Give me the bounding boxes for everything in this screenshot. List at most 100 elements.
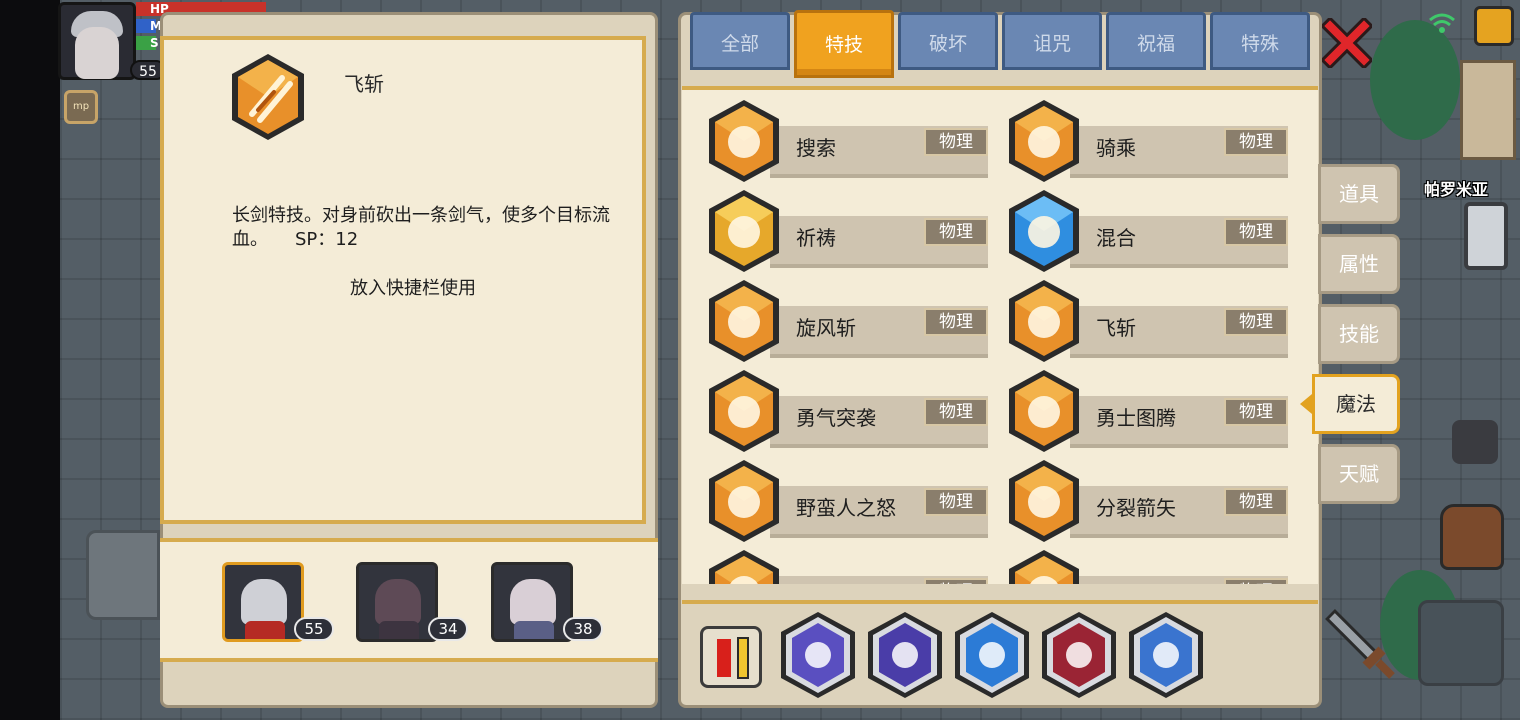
skill-item[interactable]: 勇士图腾 物理 bbox=[1006, 368, 1306, 454]
phone-icon[interactable] bbox=[1464, 202, 1508, 270]
skill-item[interactable]: 飞斩 物理 bbox=[1006, 278, 1306, 364]
character-avatar bbox=[510, 579, 556, 625]
skill-item[interactable]: 旋风斩 物理 bbox=[706, 278, 1006, 364]
portrait-face bbox=[75, 27, 119, 79]
bow-attack-icon[interactable] bbox=[1418, 600, 1504, 686]
tab-category[interactable]: 特殊 bbox=[1210, 12, 1310, 70]
backpack-icon[interactable] bbox=[1440, 504, 1504, 570]
page-digit-1 bbox=[717, 639, 731, 677]
search-skill-icon bbox=[706, 98, 782, 184]
skill-type-badge: 物理 bbox=[1224, 308, 1288, 336]
quickbar-page-switch-button[interactable] bbox=[700, 626, 762, 688]
skill-name: 飞斩 bbox=[1096, 316, 1136, 340]
menu-icon[interactable] bbox=[1474, 6, 1514, 46]
eye-icon[interactable] bbox=[865, 610, 945, 700]
character-level-badge: 55 bbox=[294, 617, 334, 641]
character-level-badge: 38 bbox=[563, 617, 603, 641]
skill-type-badge: 物理 bbox=[924, 308, 988, 336]
side-tab[interactable]: 天赋 bbox=[1318, 444, 1400, 504]
skill-type-badge: 物理 bbox=[1224, 128, 1288, 156]
horse-riding-icon bbox=[1006, 98, 1082, 184]
side-tab[interactable]: 属性 bbox=[1318, 234, 1400, 294]
weapon-swap-icon[interactable] bbox=[1452, 420, 1498, 464]
mp-bar: M bbox=[136, 19, 162, 33]
flask-mix-icon bbox=[1006, 188, 1082, 274]
flying-slash-icon bbox=[232, 54, 304, 140]
split-arrow-icon bbox=[1006, 458, 1082, 544]
flying-slash-icon bbox=[1006, 278, 1082, 364]
mp-badge-icon[interactable]: mp bbox=[64, 90, 98, 124]
skill-name: 分裂箭矢 bbox=[1096, 496, 1176, 520]
page-digit-23 bbox=[737, 637, 749, 679]
character-body bbox=[379, 621, 419, 639]
player-portrait[interactable] bbox=[58, 2, 136, 80]
prayer-icon bbox=[706, 188, 782, 274]
skill-name: 迷惑烟幕 bbox=[1096, 582, 1176, 584]
skill-info-title: 飞斩 bbox=[344, 72, 384, 96]
skill-name: 搜索 bbox=[796, 136, 836, 160]
skill-type-badge: 物理 bbox=[1224, 578, 1288, 584]
skill-type-badge: 物理 bbox=[924, 128, 988, 156]
minimap[interactable] bbox=[1460, 60, 1516, 160]
skill-type-badge: 物理 bbox=[1224, 218, 1288, 246]
ice-spear-icon[interactable] bbox=[1126, 610, 1206, 700]
sword-attack-icon[interactable] bbox=[1322, 606, 1398, 682]
skill-item[interactable]: 骑乘 物理 bbox=[1006, 98, 1306, 184]
skill-name: 祈祷 bbox=[796, 226, 836, 250]
skill-type-badge: 物理 bbox=[1224, 398, 1288, 426]
skill-grid: 搜索 物理 骑乘 物理 祈祷 物理 混合 物理 旋风斩 物理 飞斩 物理 勇气突袭 物理 勇士图腾 物理 野蛮人… bbox=[682, 86, 1318, 584]
skill-type-badge: 物理 bbox=[924, 218, 988, 246]
skill-item[interactable]: 搜索 物理 bbox=[706, 98, 1006, 184]
add-to-quickbar-button[interactable]: 放入快捷栏使用 bbox=[350, 274, 476, 300]
smoke-screen-icon bbox=[1006, 548, 1082, 584]
skill-item[interactable]: 暗影之幕 物理 bbox=[706, 548, 1006, 584]
character-avatar bbox=[375, 579, 421, 625]
warrior-totem-icon bbox=[1006, 368, 1082, 454]
tab-category[interactable]: 祝福 bbox=[1106, 12, 1206, 70]
sp-label: S bbox=[150, 36, 159, 50]
skill-item[interactable]: 分裂箭矢 物理 bbox=[1006, 458, 1306, 544]
skill-item[interactable]: 勇气突袭 物理 bbox=[706, 368, 1006, 454]
skill-type-badge: 物理 bbox=[924, 398, 988, 426]
whirlwind-slash-icon bbox=[706, 278, 782, 364]
map-location-label: 帕罗米亚 bbox=[1424, 180, 1489, 199]
character-body bbox=[245, 621, 285, 639]
skill-type-badge: 物理 bbox=[924, 578, 988, 584]
side-tab[interactable]: 技能 bbox=[1318, 304, 1400, 364]
wind-horn-icon[interactable] bbox=[778, 610, 858, 700]
sp-bar: S bbox=[136, 36, 159, 50]
skill-name: 勇气突袭 bbox=[796, 406, 876, 430]
skill-name: 勇士图腾 bbox=[1096, 406, 1176, 430]
skill-item[interactable]: 祈祷 物理 bbox=[706, 188, 1006, 274]
character-slot[interactable] bbox=[356, 562, 438, 642]
left-edge bbox=[0, 0, 60, 720]
skill-name: 骑乘 bbox=[1096, 136, 1136, 160]
skill-item[interactable]: 迷惑烟幕 物理 bbox=[1006, 548, 1306, 584]
skill-type-badge: 物理 bbox=[924, 488, 988, 516]
skill-item[interactable]: 野蛮人之怒 物理 bbox=[706, 458, 1006, 544]
skill-name: 混合 bbox=[1096, 226, 1136, 250]
dpad-left-button[interactable] bbox=[86, 530, 160, 620]
character-body bbox=[514, 621, 554, 639]
side-tab[interactable]: 道具 bbox=[1318, 164, 1400, 224]
wifi-icon bbox=[1429, 13, 1455, 33]
side-tab[interactable]: 魔法 bbox=[1312, 374, 1400, 434]
character-slot[interactable] bbox=[491, 562, 573, 642]
tab-category[interactable]: 全部 bbox=[690, 12, 790, 70]
character-slot[interactable] bbox=[222, 562, 304, 642]
map-tree bbox=[1370, 20, 1460, 140]
tab-category[interactable]: 诅咒 bbox=[1002, 12, 1102, 70]
active-tab-indicator-icon bbox=[1300, 394, 1312, 414]
tab-category[interactable]: 破坏 bbox=[898, 12, 998, 70]
skill-info-description: 长剑特技。对身前砍出一条剑气，使多个目标流血。 SP：12 bbox=[232, 205, 610, 250]
vortex-icon[interactable] bbox=[1039, 610, 1119, 700]
skill-name: 暗影之幕 bbox=[796, 582, 876, 584]
character-avatar bbox=[241, 579, 287, 625]
close-icon[interactable] bbox=[1322, 18, 1372, 68]
courage-charge-icon bbox=[706, 368, 782, 454]
tab-category[interactable]: 特技 bbox=[794, 10, 894, 78]
skill-item[interactable]: 混合 物理 bbox=[1006, 188, 1306, 274]
skill-name: 野蛮人之怒 bbox=[796, 496, 896, 520]
skill-name: 旋风斩 bbox=[796, 316, 856, 340]
water-drops-icon[interactable] bbox=[952, 610, 1032, 700]
